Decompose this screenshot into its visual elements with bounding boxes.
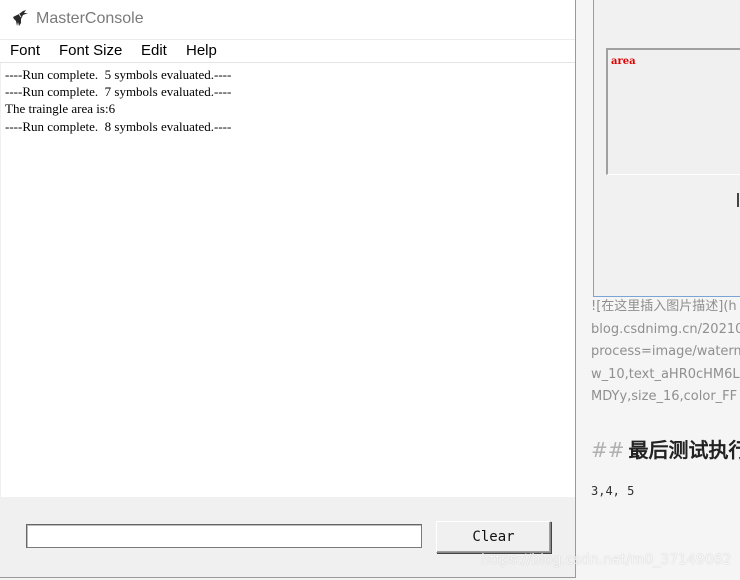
window-title: MasterConsole: [36, 10, 144, 27]
menu-font-size[interactable]: Font Size: [59, 42, 122, 59]
preview-textarea-text: area: [611, 56, 636, 67]
preview-textarea: area: [606, 48, 740, 175]
bird-icon: [13, 10, 28, 26]
heading-marker: ##: [591, 438, 625, 462]
menu-edit[interactable]: Edit: [141, 42, 167, 59]
preview-tick: [737, 193, 739, 207]
markdown-line: w_10,text_aHR0cHM6L: [591, 366, 740, 382]
clear-button[interactable]: Clear: [436, 521, 551, 553]
menu-font[interactable]: Font: [10, 42, 40, 59]
output-line: The traingle area is:6: [5, 101, 116, 116]
markdown-heading: ## 最后测试执行: [591, 434, 740, 463]
output-line: ----Run complete. 8 symbols evaluated.--…: [5, 119, 232, 134]
command-input[interactable]: [26, 524, 422, 548]
markdown-code-text: 3,4, 5: [591, 484, 635, 498]
output-line: ----Run complete. 5 symbols evaluated.--…: [5, 67, 232, 82]
title-bar[interactable]: MasterConsole: [0, 0, 575, 39]
markdown-line: ![在这里插入图片描述](h: [591, 299, 737, 314]
menu-help[interactable]: Help: [186, 42, 217, 59]
markdown-source: ![在这里插入图片描述](h blog.csdnimg.cn/202104 pr…: [591, 296, 740, 409]
console-output[interactable]: ----Run complete. 5 symbols evaluated.--…: [1, 63, 575, 497]
heading-text: 最后测试执行: [628, 438, 740, 462]
watermark: https://blog.csdn.net/m0_37149062: [481, 552, 732, 568]
menu-bar: Font Font Size Edit Help: [0, 39, 575, 63]
masterconsole-window: MasterConsole Font Font Size Edit Help -…: [0, 0, 576, 578]
output-line: ----Run complete. 7 symbols evaluated.--…: [5, 84, 232, 99]
markdown-line: MDYy,size_16,color_FF: [591, 389, 738, 404]
markdown-line: blog.csdnimg.cn/202104: [591, 321, 740, 337]
markdown-line: process=image/waterma: [591, 344, 740, 359]
